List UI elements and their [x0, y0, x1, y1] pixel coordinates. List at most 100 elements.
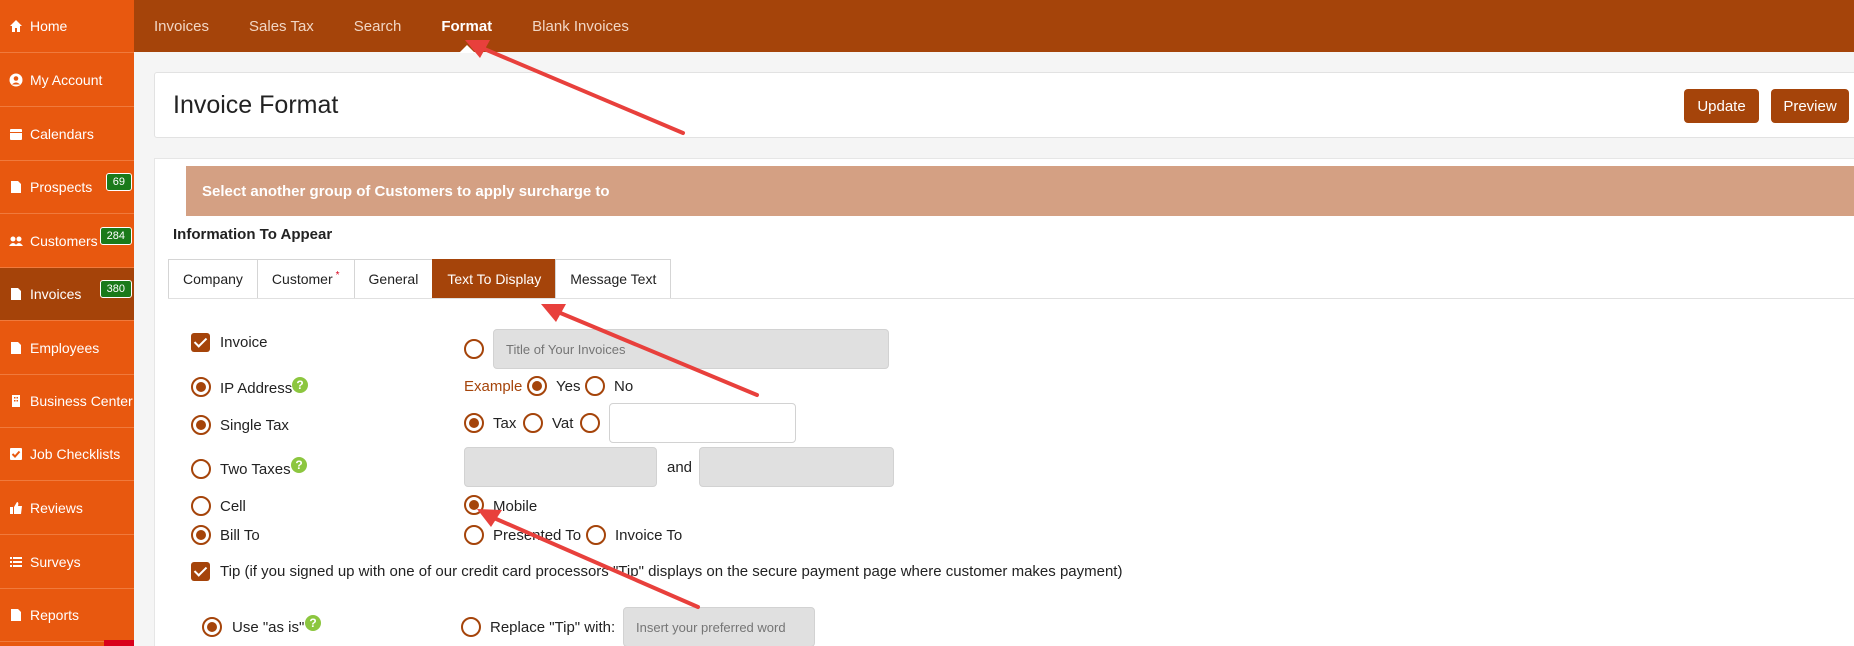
document-icon — [8, 340, 24, 356]
sidebar-item-business-center[interactable]: Business Center — [0, 375, 134, 428]
sidebar-item-label: Reports — [30, 607, 80, 623]
section-title: Information To Appear — [173, 226, 333, 243]
sidebar-item-label: Business Center — [30, 393, 133, 409]
list-icon — [8, 554, 24, 570]
sidebar-item-employees[interactable]: Employees — [0, 322, 134, 375]
second-tax-name-input[interactable] — [699, 447, 894, 487]
cell-label: Cell — [220, 498, 246, 515]
sidebar-item-label: Prospects — [30, 179, 93, 195]
invoice-title-input[interactable] — [493, 329, 889, 369]
sidebar: Home My Account Calendars Prospects 69 C… — [0, 0, 134, 646]
tab-general[interactable]: General — [353, 259, 433, 299]
help-icon[interactable]: ? — [292, 377, 308, 393]
sidebar-item-label: Calendars — [30, 126, 94, 142]
count-badge: 69 — [105, 173, 132, 191]
nav-invoices[interactable]: Invoices — [154, 0, 209, 52]
user-circle-icon — [8, 72, 24, 88]
single-tax-radio[interactable] — [191, 415, 211, 435]
first-tax-name-input[interactable] — [464, 447, 657, 487]
sidebar-item-job-checklists[interactable]: Job Checklists — [0, 428, 134, 481]
use-as-is-label: Use "as is" — [232, 619, 305, 636]
help-icon[interactable]: ? — [291, 457, 307, 473]
surcharge-banner[interactable]: Select another group of Customers to app… — [186, 166, 1854, 216]
count-badge: 284 — [99, 227, 132, 245]
count-badge: 380 — [99, 280, 132, 298]
replace-tip-radio[interactable] — [461, 617, 481, 637]
single-tax-label: Single Tax — [220, 417, 289, 434]
replace-tip-input[interactable] — [623, 607, 815, 646]
nav-format[interactable]: Format — [441, 0, 492, 53]
update-button[interactable]: Update — [1684, 89, 1759, 123]
sidebar-indicator — [104, 640, 134, 646]
tip-checkbox[interactable] — [191, 562, 210, 581]
invoice-checkbox[interactable] — [191, 333, 210, 352]
sidebar-item-home[interactable]: Home — [0, 0, 134, 53]
page-title: Invoice Format — [173, 91, 339, 119]
tab-customer[interactable]: Customer * — [256, 259, 354, 299]
sidebar-item-label: My Account — [30, 72, 103, 88]
use-as-is-radio[interactable] — [202, 617, 222, 637]
sidebar-item-label: Customers — [30, 233, 98, 249]
help-icon[interactable]: ? — [305, 615, 321, 631]
custom-tax-input[interactable] — [609, 403, 796, 443]
sidebar-item-my-account[interactable]: My Account — [0, 54, 134, 107]
preview-button[interactable]: Preview — [1771, 89, 1849, 123]
presented-to-radio[interactable] — [464, 525, 484, 545]
mobile-radio[interactable] — [464, 495, 484, 515]
sidebar-item-label: Home — [30, 18, 68, 34]
sidebar-item-reviews[interactable]: Reviews — [0, 482, 134, 535]
nav-search[interactable]: Search — [354, 0, 402, 52]
vat-radio[interactable] — [523, 413, 543, 433]
tab-label: Company — [183, 271, 243, 287]
sidebar-item-surveys[interactable]: Surveys — [0, 536, 134, 589]
tab-label: Customer — [271, 271, 333, 287]
thumbs-up-icon — [8, 500, 24, 516]
two-taxes-label: Two Taxes — [220, 461, 291, 478]
nav-sales-tax[interactable]: Sales Tax — [249, 0, 314, 52]
page-header: Invoice Format Update Preview — [154, 72, 1854, 138]
tab-label: General — [368, 271, 419, 287]
bill-to-radio[interactable] — [191, 525, 211, 545]
no-label: No — [614, 378, 634, 395]
ip-address-label: IP Address — [220, 380, 293, 397]
checklist-icon — [8, 446, 24, 462]
two-taxes-radio[interactable] — [191, 459, 211, 479]
and-label: and — [667, 459, 693, 476]
sidebar-item-prospects[interactable]: Prospects 69 — [0, 161, 134, 214]
nav-blank-invoices[interactable]: Blank Invoices — [532, 0, 629, 52]
tip-label: Tip (if you signed up with one of our cr… — [220, 563, 1123, 580]
tab-text-to-display[interactable]: Text To Display — [432, 259, 556, 299]
sidebar-item-label: Surveys — [30, 554, 81, 570]
sidebar-item-invoices[interactable]: Invoices 380 — [0, 268, 134, 321]
sidebar-item-label: Employees — [30, 340, 100, 356]
required-marker: * — [335, 269, 340, 281]
invoice-to-label: Invoice To — [615, 527, 683, 544]
custom-tax-radio[interactable] — [580, 413, 600, 433]
yes-label: Yes — [556, 378, 581, 395]
tax-label: Tax — [493, 415, 517, 432]
cell-radio[interactable] — [191, 496, 211, 516]
document-icon — [8, 607, 24, 623]
top-nav: Invoices Sales Tax Search Format Blank I… — [134, 0, 1854, 53]
sidebar-item-customers[interactable]: Customers 284 — [0, 215, 134, 268]
tab-company[interactable]: Company — [168, 259, 257, 299]
replace-tip-label: Replace "Tip" with: — [490, 619, 616, 636]
invoice-title-radio[interactable] — [464, 339, 484, 359]
ip-address-radio[interactable] — [191, 377, 211, 397]
tab-label: Message Text — [570, 271, 657, 287]
presented-to-label: Presented To — [493, 527, 582, 544]
example-no-radio[interactable] — [585, 376, 605, 396]
invoice-to-radio[interactable] — [586, 525, 606, 545]
example-yes-radio[interactable] — [527, 376, 547, 396]
invoice-label: Invoice — [220, 334, 268, 351]
sidebar-item-reports[interactable]: Reports — [0, 589, 134, 642]
mobile-label: Mobile — [493, 498, 538, 515]
tax-radio[interactable] — [464, 413, 484, 433]
sidebar-item-label: Job Checklists — [30, 446, 121, 462]
home-icon — [8, 18, 24, 34]
tab-label: Text To Display — [447, 271, 542, 287]
users-icon — [8, 233, 24, 249]
sidebar-item-calendars[interactable]: Calendars — [0, 108, 134, 161]
tab-message-text[interactable]: Message Text — [555, 259, 672, 299]
vat-label: Vat — [552, 415, 574, 432]
